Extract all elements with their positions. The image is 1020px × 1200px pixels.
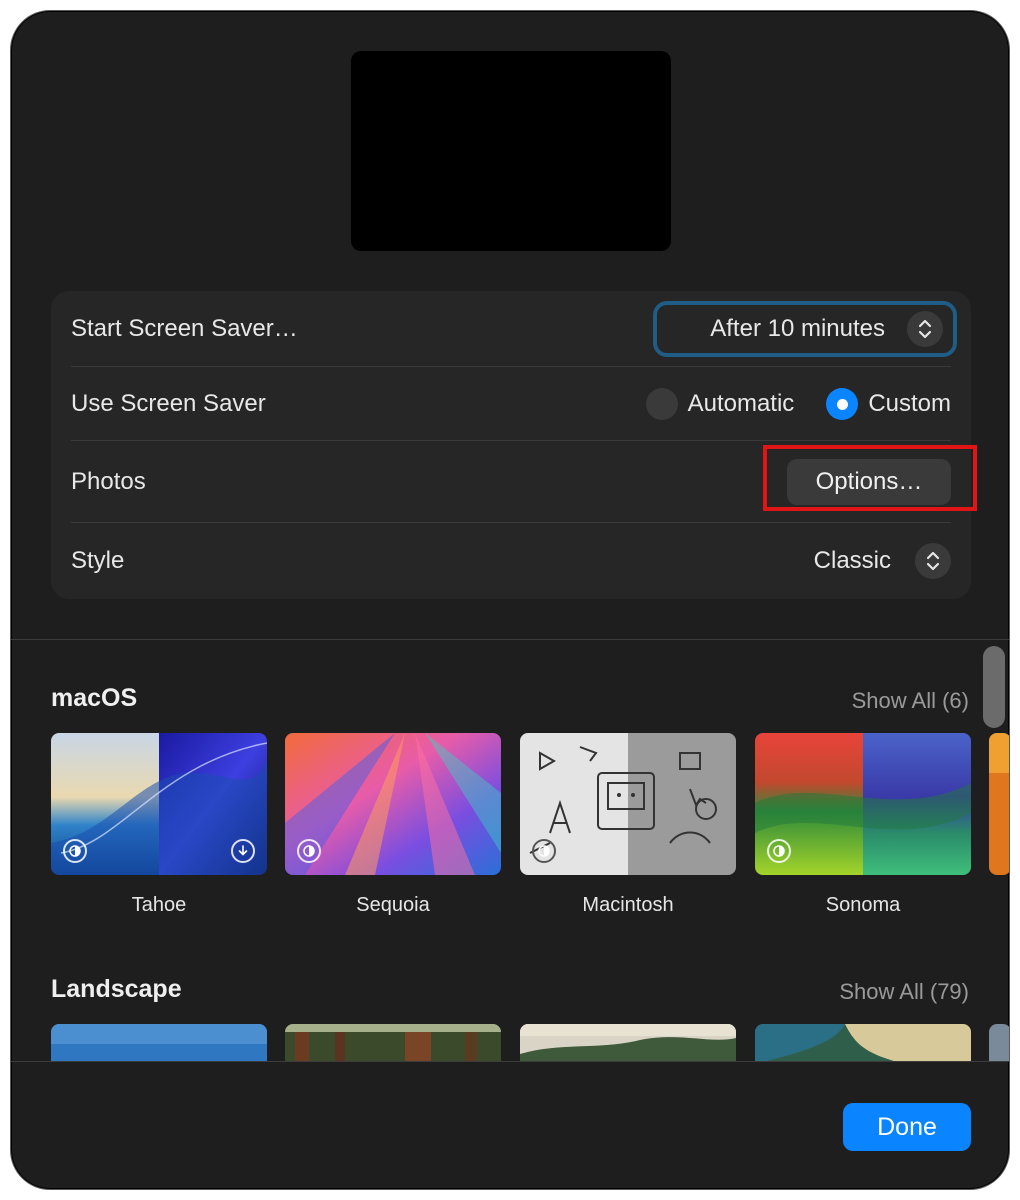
thumbnail-tahoe[interactable] <box>51 733 267 875</box>
start-screen-saver-row: Start Screen Saver… After 10 minutes <box>71 291 957 367</box>
thumbnail-partial[interactable] <box>989 1024 1009 1061</box>
thumbnail-partial[interactable] <box>989 733 1009 875</box>
screen-saver-gallery[interactable]: macOS Show All (6) Tahoe Sequoia Macinto… <box>11 640 1009 1061</box>
done-button[interactable]: Done <box>843 1103 971 1151</box>
thumbnail-landscape-4[interactable] <box>755 1024 971 1061</box>
thumbnail-sequoia[interactable] <box>285 733 501 875</box>
section-title-landscape: Landscape <box>51 975 182 1003</box>
thumbnail-label-tahoe: Tahoe <box>131 894 187 916</box>
use-screen-saver-radio-group: Automatic Custom <box>645 388 951 420</box>
radio-custom-label: Custom <box>868 390 951 417</box>
appearance-icon <box>63 839 87 863</box>
screen-saver-preview <box>351 51 671 251</box>
appearance-icon <box>297 839 321 863</box>
thumbnail-landscape-3[interactable] <box>520 1024 736 1061</box>
thumbnail-label-sequoia: Sequoia <box>356 894 430 916</box>
thumbnail-sonoma[interactable] <box>755 733 971 875</box>
chevron-up-down-icon <box>915 543 951 579</box>
section-title-macos: macOS <box>51 684 138 712</box>
start-screen-saver-select[interactable]: After 10 minutes <box>653 301 957 357</box>
use-screen-saver-row: Use Screen Saver Automatic Custom <box>71 367 951 441</box>
show-all-landscape-button[interactable]: Show All (79) <box>839 979 969 1005</box>
download-icon[interactable] <box>231 839 255 863</box>
chevron-up-down-icon <box>907 311 943 347</box>
scrollbar-thumb[interactable] <box>983 646 1005 728</box>
style-row: Style Classic <box>71 523 951 599</box>
appearance-icon <box>532 839 556 863</box>
use-screen-saver-label: Use Screen Saver <box>71 390 266 417</box>
thumbnail-landscape-1[interactable] <box>51 1024 267 1061</box>
divider <box>11 1061 1009 1062</box>
photos-label: Photos <box>71 468 146 495</box>
appearance-icon <box>767 839 791 863</box>
start-screen-saver-label: Start Screen Saver… <box>71 315 298 342</box>
radio-automatic[interactable]: Automatic <box>645 388 795 420</box>
screen-saver-dialog: Start Screen Saver… After 10 minutes Use… <box>10 10 1010 1190</box>
show-all-macos-button[interactable]: Show All (6) <box>852 688 969 714</box>
thumbnail-landscape-2[interactable] <box>285 1024 501 1061</box>
thumbnail-label-sonoma: Sonoma <box>825 894 901 916</box>
radio-custom-dot <box>826 388 859 420</box>
thumbnail-label-macintosh: Macintosh <box>582 894 674 916</box>
radio-automatic-dot <box>645 388 678 420</box>
radio-automatic-label: Automatic <box>687 390 795 417</box>
style-select[interactable]: Classic <box>814 543 951 579</box>
style-value: Classic <box>813 547 891 574</box>
thumbnail-macintosh[interactable] <box>520 733 736 875</box>
options-highlight-box <box>763 445 977 511</box>
start-screen-saver-value: After 10 minutes <box>710 315 885 342</box>
radio-custom[interactable]: Custom <box>826 388 951 420</box>
style-label: Style <box>71 547 125 574</box>
